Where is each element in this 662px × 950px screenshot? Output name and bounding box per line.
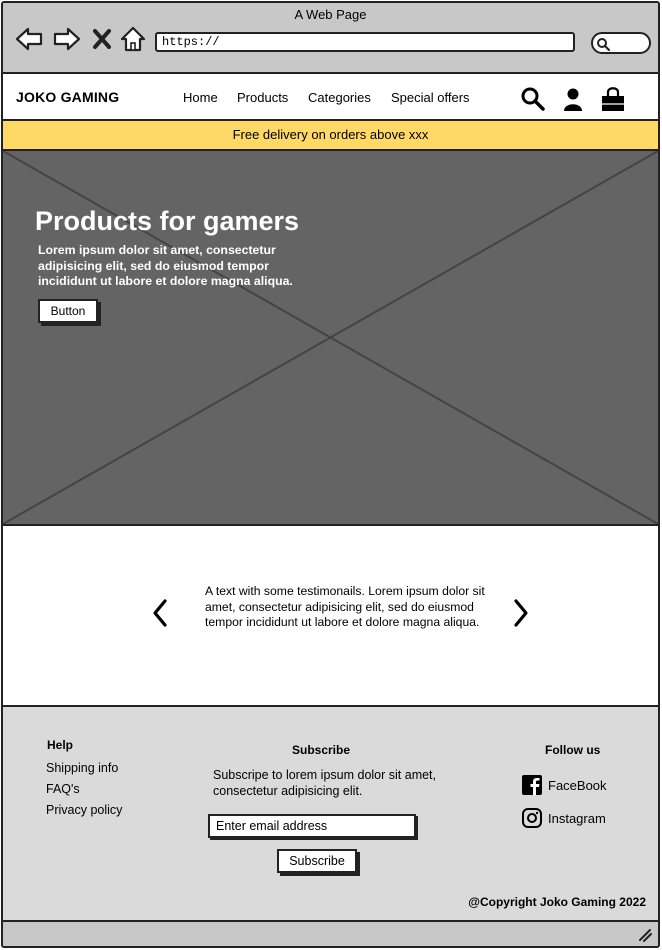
hero-title: Products for gamers (35, 206, 300, 236)
chevron-right-icon[interactable] (509, 598, 533, 628)
browser-status-bar (3, 922, 658, 946)
nav-special-offers[interactable]: Special offers (391, 90, 470, 105)
url-bar[interactable]: https:// (155, 32, 575, 52)
site-header: JOKO GAMING Home Products Categories Spe… (3, 74, 658, 119)
back-arrow-icon[interactable] (15, 25, 43, 53)
nav-products[interactable]: Products (237, 90, 288, 105)
help-heading: Help (47, 738, 74, 752)
subscribe-text: Subscripe to lorem ipsum dolor sit amet,… (213, 768, 437, 798)
nav-categories[interactable]: Categories (308, 90, 371, 105)
subscribe-heading: Subscribe (292, 743, 351, 757)
privacy-policy-link[interactable]: Privacy policy (46, 803, 122, 817)
chevron-left-icon[interactable] (148, 598, 172, 628)
promo-banner: Free delivery on orders above xxx (3, 119, 658, 151)
instagram-link[interactable]: Instagram (521, 807, 606, 829)
home-icon[interactable] (119, 25, 147, 53)
copyright-text: @Copyright Joko Gaming 2022 (468, 895, 646, 909)
search-icon[interactable] (520, 86, 546, 112)
hero-text: Lorem ipsum dolor sit amet, consectetur … (38, 243, 293, 288)
facebook-icon (522, 775, 542, 795)
instagram-icon (522, 808, 542, 828)
hero-button[interactable]: Button (38, 299, 98, 323)
subscribe-button[interactable]: Subscribe (277, 849, 357, 873)
close-x-icon[interactable] (91, 25, 113, 53)
shopping-bag-icon[interactable] (600, 86, 626, 112)
follow-heading: Follow us (545, 743, 601, 757)
browser-toolbar: A Web Page https:// (3, 3, 658, 74)
faq-link[interactable]: FAQ's (46, 782, 80, 796)
search-icon (597, 38, 610, 51)
testimonial-text: A text with some testimonails. Lorem ips… (205, 584, 485, 630)
forward-arrow-icon[interactable] (53, 25, 81, 53)
facebook-link[interactable]: FaceBook (521, 774, 607, 796)
site-footer: Help Shipping info FAQ's Privacy policy … (3, 707, 658, 922)
shipping-info-link[interactable]: Shipping info (46, 761, 118, 775)
browser-window: A Web Page https:// JOKO GAMING Home Pro… (1, 1, 660, 948)
window-title: A Web Page (294, 7, 367, 22)
browser-search-field[interactable] (591, 32, 651, 54)
email-field[interactable] (208, 814, 416, 838)
testimonials-carousel: A text with some testimonails. Lorem ips… (3, 526, 658, 707)
hero-section: Products for gamers Lorem ipsum dolor si… (3, 151, 658, 526)
nav-home[interactable]: Home (183, 90, 218, 105)
user-icon[interactable] (560, 86, 586, 112)
site-logo[interactable]: JOKO GAMING (16, 89, 119, 105)
resize-handle-icon[interactable] (638, 928, 652, 942)
facebook-label: FaceBook (548, 777, 607, 793)
instagram-label: Instagram (548, 810, 606, 826)
